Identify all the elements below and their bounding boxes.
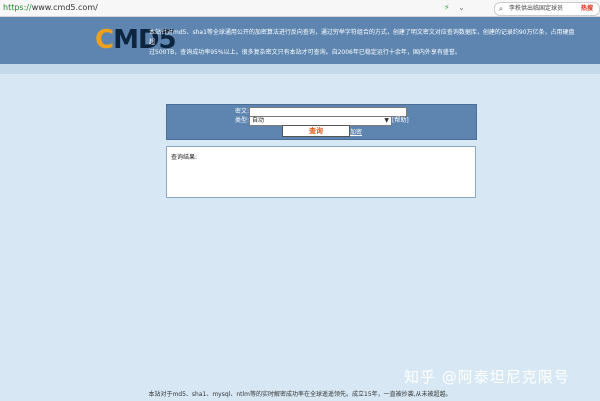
encrypt-link[interactable]: 加密: [350, 127, 362, 136]
result-label: 查询结果:: [171, 154, 198, 161]
browser-search-box[interactable]: ⌕ 李秩供出临国定球员 热搜: [494, 2, 600, 16]
site-footer: 本站对于md5、sha1、mysql、ntlm等的实时解密成功率在全球遥遥领先。…: [148, 391, 452, 398]
result-panel: 查询结果:: [166, 146, 476, 198]
help-link[interactable]: [帮助]: [392, 116, 409, 126]
address-bar[interactable]: https://www.cmd5.com/: [3, 3, 98, 12]
logo-c: C: [95, 25, 114, 55]
decrypt-form: 密文: 类型: 自动 ▼ [帮助] 查询 加密: [166, 104, 477, 140]
type-select-value: 自动: [252, 117, 265, 124]
hot-search-badge[interactable]: 热搜: [581, 3, 593, 15]
intro-line-1: 本站针对md5、sha1等全球通用公开的加密算法进行反向查询，通过穷举字符组合的…: [149, 29, 575, 46]
type-label: 类型:: [234, 117, 249, 124]
header-divider: [0, 64, 600, 74]
url-host: www.cmd5.com/: [31, 3, 98, 12]
intro-line-2: 过500TB，查询成功率95%以上。很多复杂密文只有本站才可查询。自2006年已…: [149, 49, 461, 56]
site-intro: 本站针对md5、sha1等全球通用公开的加密算法进行反向查询，通过穷举字符组合的…: [149, 28, 579, 58]
bolt-icon[interactable]: ⚡: [444, 3, 450, 12]
browser-toolbar: https://www.cmd5.com/ ⚡ ⌄ ⌕ 李秩供出临国定球员 热搜: [0, 0, 600, 17]
chevron-down-icon: ▼: [384, 117, 389, 124]
chevron-down-icon[interactable]: ⌄: [458, 3, 465, 12]
query-button[interactable]: 查询: [282, 125, 350, 137]
search-query-text: 李秩供出临国定球员: [509, 5, 564, 12]
search-icon: ⌕: [499, 5, 503, 13]
address-bar-icons: ⚡ ⌄: [444, 3, 465, 12]
url-scheme: https://: [3, 3, 32, 12]
zhihu-watermark: 知乎 @阿泰坦尼克限号: [404, 368, 570, 386]
